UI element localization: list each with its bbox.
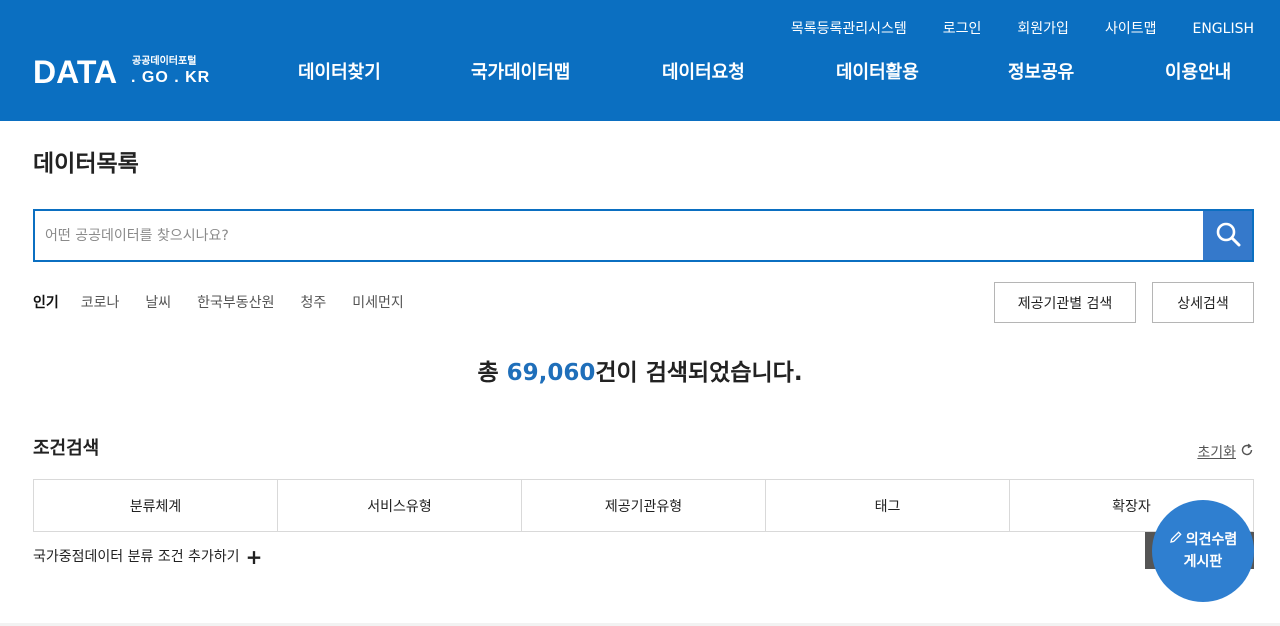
main-navigation: 데이터찾기 국가데이터맵 데이터요청 데이터활용 정보공유 이용안내 xyxy=(0,60,1280,86)
search-button[interactable] xyxy=(1203,211,1252,260)
feedback-line1: 의견수렴 xyxy=(1185,532,1238,548)
refresh-icon xyxy=(1240,443,1254,461)
popular-keyword[interactable]: 미세먼지 xyxy=(352,292,404,312)
add-condition-button[interactable]: 국가중점데이터 분류 조건 추가하기 + xyxy=(33,547,262,567)
result-prefix: 총 xyxy=(477,360,507,386)
popular-keywords: 인기 코로나 날씨 한국부동산원 청주 미세먼지 xyxy=(33,292,430,312)
popular-keyword[interactable]: 날씨 xyxy=(145,292,171,312)
feedback-board-button[interactable]: 의견수렴 게시판 xyxy=(1152,500,1254,602)
result-count: 69,060 xyxy=(506,360,596,386)
add-condition-label: 국가중점데이터 분류 조건 추가하기 xyxy=(33,549,240,565)
reset-button[interactable]: 초기화 xyxy=(1197,442,1254,462)
detail-search-button[interactable]: 상세검색 xyxy=(1152,282,1254,323)
pencil-icon xyxy=(1169,529,1183,551)
popular-keyword[interactable]: 코로나 xyxy=(81,292,120,312)
popular-label: 인기 xyxy=(33,295,59,311)
nav-item-info-sharing[interactable]: 정보공유 xyxy=(1008,60,1074,86)
tab-service-type[interactable]: 서비스유형 xyxy=(278,480,522,531)
util-link-english[interactable]: ENGLISH xyxy=(1192,19,1254,39)
utility-links: 목록등록관리시스템 로그인 회원가입 사이트맵 ENGLISH xyxy=(755,19,1254,39)
search-input[interactable] xyxy=(35,211,1204,260)
nav-item-find-data[interactable]: 데이터찾기 xyxy=(298,60,381,86)
util-link-signup[interactable]: 회원가입 xyxy=(1017,19,1069,39)
org-search-button[interactable]: 제공기관별 검색 xyxy=(994,282,1136,323)
tab-tag[interactable]: 태그 xyxy=(766,480,1010,531)
plus-icon: + xyxy=(245,545,263,569)
reset-label: 초기화 xyxy=(1197,445,1236,461)
result-summary: 총 69,060건이 검색되었습니다. xyxy=(0,356,1280,390)
condition-tabs: 분류체계 서비스유형 제공기관유형 태그 확장자 xyxy=(33,479,1254,532)
condition-search-title: 조건검색 xyxy=(33,438,100,459)
page-title: 데이터목록 xyxy=(33,151,139,177)
result-suffix: 건이 검색되었습니다. xyxy=(595,360,803,386)
util-link-catalog-system[interactable]: 목록등록관리시스템 xyxy=(791,19,907,39)
search-bar xyxy=(33,209,1254,262)
nav-item-guide[interactable]: 이용안내 xyxy=(1165,60,1231,86)
nav-item-national-data-map[interactable]: 국가데이터맵 xyxy=(471,60,570,86)
site-header: 목록등록관리시스템 로그인 회원가입 사이트맵 ENGLISH DATA 공공데… xyxy=(0,0,1280,121)
tab-org-type[interactable]: 제공기관유형 xyxy=(522,480,766,531)
popular-keyword[interactable]: 청주 xyxy=(300,292,326,312)
util-link-sitemap[interactable]: 사이트맵 xyxy=(1105,19,1157,39)
popular-keyword[interactable]: 한국부동산원 xyxy=(197,292,274,312)
nav-item-data-request[interactable]: 데이터요청 xyxy=(662,60,745,86)
tab-category[interactable]: 분류체계 xyxy=(34,480,278,531)
nav-item-data-usage[interactable]: 데이터활용 xyxy=(836,60,919,86)
search-icon xyxy=(1215,221,1241,250)
util-link-login[interactable]: 로그인 xyxy=(943,19,982,39)
feedback-line2: 게시판 xyxy=(1183,554,1223,570)
